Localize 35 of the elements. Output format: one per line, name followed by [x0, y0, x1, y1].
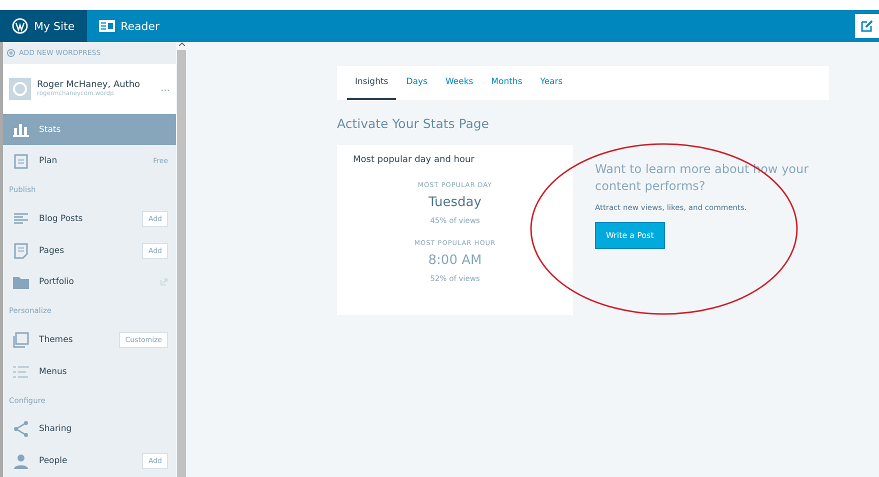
folder-icon	[13, 276, 29, 289]
period-tab[interactable]: Weeks	[437, 66, 482, 100]
period-tab[interactable]: Months	[483, 66, 530, 100]
page-heading: Activate Your Stats Page	[337, 116, 490, 131]
themes-icon	[13, 332, 29, 348]
share-icon	[13, 421, 29, 438]
reader-icon	[98, 20, 115, 32]
sidebar-item[interactable]: Portfolio	[3, 266, 176, 298]
period-tab[interactable]: Insights	[347, 66, 396, 100]
posts-icon	[13, 212, 29, 226]
more-menu[interactable]: ...	[160, 83, 170, 94]
person-icon	[14, 454, 28, 469]
page-icon	[14, 242, 28, 259]
period-tab[interactable]: Days	[398, 66, 436, 100]
scroll-up-icon	[178, 42, 184, 46]
period-tab[interactable]: Years	[532, 66, 571, 100]
plus-circle-icon	[7, 48, 15, 57]
top-tab[interactable]: Reader	[86, 10, 172, 42]
stat-value: Tuesday	[428, 195, 482, 210]
wordpress-logo-icon	[12, 18, 28, 34]
write-button[interactable]	[855, 14, 879, 38]
site-title: Roger McHaney, Autho	[37, 80, 142, 90]
globe-icon	[9, 78, 31, 100]
top-tab[interactable]: My Site	[0, 10, 87, 42]
stat-value: 8:00 AM	[428, 253, 482, 268]
write-post-button[interactable]: Write a Post	[595, 222, 665, 249]
card-title: Most popular day and hour	[352, 154, 476, 167]
sidebar-item[interactable]: Menus	[3, 356, 176, 388]
scrollbar[interactable]	[176, 42, 187, 477]
sidebar-item[interactable]: Sharing	[3, 414, 176, 446]
sidebar-item[interactable]: Stats	[3, 114, 176, 146]
edit-icon	[861, 20, 873, 32]
clipboard-icon	[14, 153, 28, 170]
list-icon	[13, 366, 29, 378]
bar-chart-icon	[13, 122, 29, 137]
